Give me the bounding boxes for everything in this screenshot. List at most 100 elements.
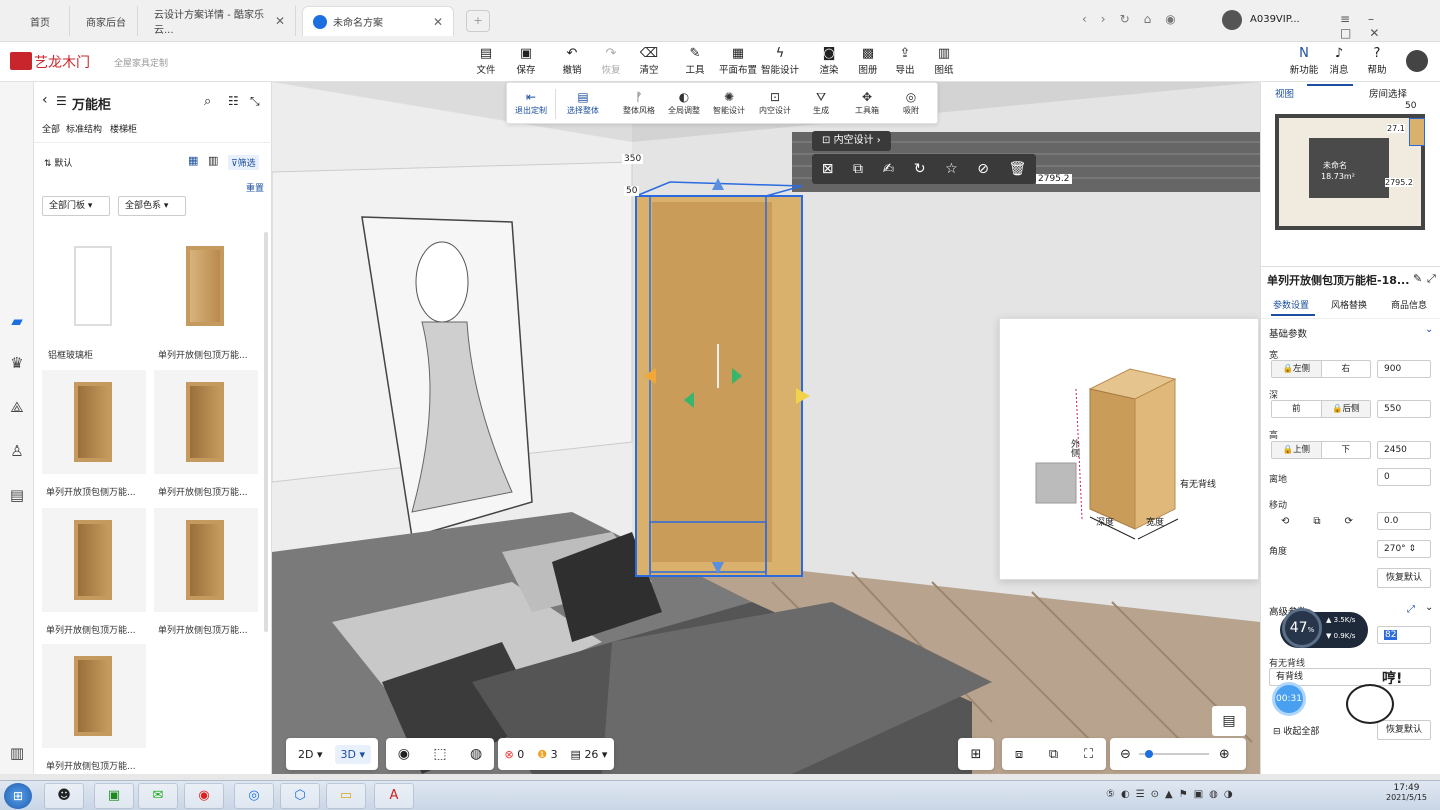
view-3d-button[interactable]: 3D ▾ xyxy=(334,744,371,764)
advanced-input[interactable]: 82 xyxy=(1377,626,1431,644)
edit-icon[interactable]: ✎ xyxy=(1413,272,1422,285)
product-card[interactable] xyxy=(42,370,146,474)
overall-style-button[interactable]: ᚠ 整体风格 xyxy=(617,89,661,116)
rotate-icon[interactable]: ↻ xyxy=(914,161,926,177)
close-icon[interactable]: ✕ xyxy=(275,14,285,28)
window-controls[interactable]: ≡–□✕ xyxy=(1340,12,1440,40)
file-menu[interactable]: ▤ 文件 xyxy=(467,46,505,76)
close-icon[interactable]: ✕ xyxy=(433,15,443,29)
render-button[interactable]: ◙ 渲染 xyxy=(810,46,848,76)
paint-icon[interactable]: ✍ xyxy=(883,161,895,177)
expand-icon[interactable]: ⤢ xyxy=(1407,604,1415,615)
save-button[interactable]: ▣ 保存 xyxy=(507,46,545,76)
design-app-icon[interactable]: ⬡ xyxy=(280,783,320,809)
smart-design-button[interactable]: ϟ 智能设计 xyxy=(760,46,800,76)
smart-design-sub-button[interactable]: ✺ 智能设计 xyxy=(707,89,751,116)
search-icon[interactable]: ⌕ xyxy=(204,94,211,109)
taskbar-app-icon[interactable]: ☻ xyxy=(44,783,84,809)
scrollbar[interactable] xyxy=(264,232,268,632)
cabinet-nav-icon[interactable]: ▰ xyxy=(6,310,28,332)
camera-angle-icon[interactable]: ⧉ xyxy=(1049,747,1058,762)
move-axis-icons[interactable]: ⟲⧉⟳ xyxy=(1281,516,1377,527)
height-anchor-toggle[interactable]: 🔒上侧下 xyxy=(1271,441,1371,459)
music-icon[interactable]: ◉ xyxy=(184,783,224,809)
undo-button[interactable]: ↶ 撤销 xyxy=(553,46,591,76)
inner-design-button[interactable]: ⊡ 内空设计 › xyxy=(812,131,891,151)
global-adjust-button[interactable]: ◐ 全局调整 xyxy=(662,89,706,116)
network-meter[interactable]: 47% ▲ 3.5K/s ▼ 0.9K/s xyxy=(1280,608,1368,648)
recording-timer[interactable]: 00:31 xyxy=(1272,682,1306,716)
angle-select[interactable]: 270° ⇕ xyxy=(1377,540,1431,558)
view-2d-button[interactable]: 2D ▾ xyxy=(298,748,323,761)
album-button[interactable]: ▩ 图册 xyxy=(849,46,887,76)
product-card[interactable] xyxy=(154,234,258,338)
library-nav-icon[interactable]: ▥ xyxy=(6,742,28,764)
material-icon[interactable]: ◍ xyxy=(470,746,482,762)
toolbox-button[interactable]: ✥ 工具箱 xyxy=(845,89,889,116)
column-view-icon[interactable]: ▥ xyxy=(208,154,218,167)
browser-icon[interactable]: ◎ xyxy=(234,783,274,809)
collapse-all-button[interactable]: ⊟ 收起全部 xyxy=(1273,724,1319,737)
reset-link[interactable]: 重置 xyxy=(246,181,264,194)
height-input[interactable]: 2450 xyxy=(1377,441,1431,459)
zoom-in-icon[interactable]: ⊕ xyxy=(1219,747,1230,762)
minimap[interactable]: 未命名 18.73m² 27.1 2795.2 xyxy=(1275,114,1425,230)
reset-default-button[interactable]: 恢复默认 xyxy=(1377,568,1431,588)
zoom-out-icon[interactable]: ⊖ xyxy=(1120,747,1131,762)
tab-product-info[interactable]: 商品信息 xyxy=(1391,298,1427,311)
warning-count[interactable]: ❶ 3 xyxy=(537,748,557,761)
generate-button[interactable]: ⛛ 生成 xyxy=(799,89,843,116)
issues-group[interactable]: ⊗ 0 ❶ 3 ▤ 26 ▾ xyxy=(498,738,614,770)
start-button[interactable]: ⊞ xyxy=(4,783,32,809)
favorite-icon[interactable]: ☆ xyxy=(945,161,958,177)
visibility-icon[interactable]: ◉ xyxy=(398,746,410,762)
tab-view[interactable]: 视图 xyxy=(1275,86,1294,100)
autocad-icon[interactable]: A xyxy=(374,783,414,809)
tab-design-detail[interactable]: 云设计方案详情 - 酷家乐云... ✕ xyxy=(144,6,296,36)
clock[interactable]: 17:49 2021/5/15 xyxy=(1386,783,1427,802)
product-card[interactable] xyxy=(154,508,258,612)
tab-unnamed-plan[interactable]: 未命名方案 ✕ xyxy=(302,6,454,36)
drawings-button[interactable]: ▥ 图纸 xyxy=(925,46,963,76)
layout-button[interactable]: ⊞ xyxy=(958,738,994,770)
3d-viewport[interactable]: 350 50 2795.2 ⊡ 内空设计 › ⊠ ⧉ ✍ ↻ ☆ ⊘ 🗑 外侧 … xyxy=(272,82,1260,774)
system-tray-icons[interactable]: ⑤◐☰⊙▲⚑▣◍◑ xyxy=(1106,789,1239,800)
fit-view-icon[interactable]: ⛶ xyxy=(1084,747,1093,762)
tab-params[interactable]: 参数设置 xyxy=(1273,298,1309,311)
redo-button[interactable]: ↷ 恢复 xyxy=(592,46,630,76)
inner-design-sub-button[interactable]: ⊡ 内空设计 xyxy=(753,89,797,116)
sort-default[interactable]: ⇅ 默认 xyxy=(44,156,72,169)
exit-customize-button[interactable]: ⇤ 退出定制 xyxy=(509,89,553,116)
select-all-button[interactable]: ▤ 选择整体 xyxy=(561,89,605,116)
select-icon[interactable]: ⊠ xyxy=(822,161,834,177)
product-card[interactable] xyxy=(42,234,146,338)
folder-icon[interactable]: ▭ xyxy=(326,783,366,809)
product-card[interactable] xyxy=(42,508,146,612)
camera-view-icon[interactable]: ⧈ xyxy=(1015,747,1023,762)
product-card[interactable] xyxy=(154,370,258,474)
messages-button[interactable]: ♪ 消息 xyxy=(1320,46,1358,76)
wechat-icon[interactable]: ✉ xyxy=(138,783,178,809)
clear-button[interactable]: ⌫ 清空 xyxy=(630,46,668,76)
tab-merchant[interactable]: 商家后台 xyxy=(76,6,138,36)
item-count[interactable]: ▤ 26 ▾ xyxy=(571,748,608,761)
floor-plan-button[interactable]: ▦ 平面布置 xyxy=(716,46,760,76)
grid-view-icon[interactable]: ▦ xyxy=(188,154,198,167)
expand-icon[interactable]: ⤢ xyxy=(1427,272,1436,286)
filter-standard[interactable]: 标准结构 xyxy=(66,122,102,135)
tab-home[interactable]: 首页 xyxy=(20,6,70,36)
tab-style[interactable]: 风格替换 xyxy=(1331,298,1367,311)
user-nav-icon[interactable]: ♙ xyxy=(6,440,28,462)
width-input[interactable]: 900 xyxy=(1377,360,1431,378)
zoom-slider[interactable] xyxy=(1138,750,1209,758)
export-button[interactable]: ⇪ 导出 xyxy=(886,46,924,76)
help-button[interactable]: ? 帮助 xyxy=(1358,46,1396,76)
snap-button[interactable]: ◎ 吸附 xyxy=(889,89,933,116)
back-icon[interactable]: ‹ xyxy=(42,92,48,108)
user-avatar[interactable] xyxy=(1406,50,1428,72)
width-anchor-toggle[interactable]: 🔒左侧右 xyxy=(1271,360,1371,378)
hide-icon[interactable]: ⊘ xyxy=(977,161,989,177)
taskbar-app-icon[interactable]: ▣ xyxy=(94,783,134,809)
basic-params-header[interactable]: 基础参数 xyxy=(1269,326,1307,340)
cube-icon[interactable]: ⬚ xyxy=(433,746,446,762)
